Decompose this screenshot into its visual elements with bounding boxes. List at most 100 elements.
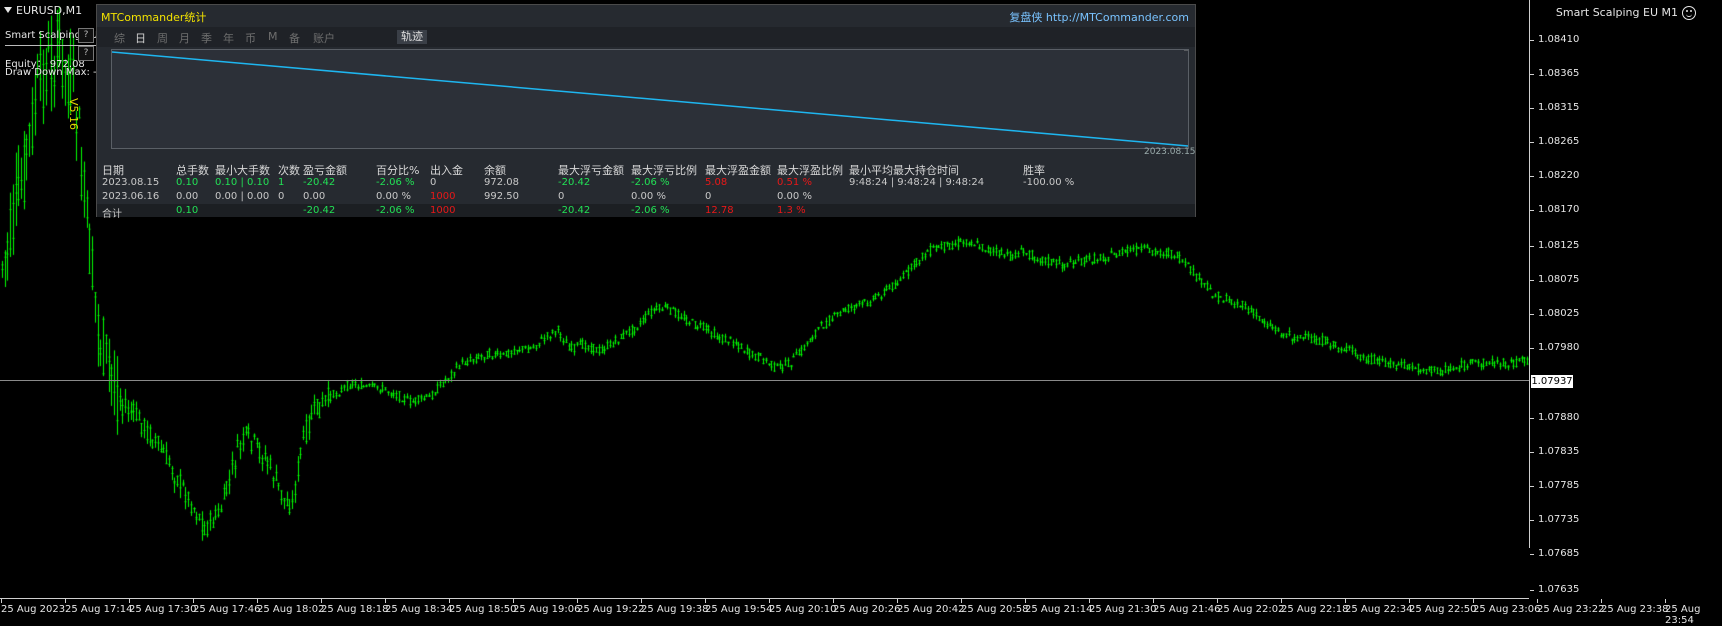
table-header: 盈亏金额: [303, 164, 347, 177]
time-tick: [1153, 599, 1154, 603]
table-cell: -20.42: [558, 177, 591, 188]
tab-track[interactable]: 轨迹: [397, 30, 427, 44]
table-cell: 0.00 %: [777, 191, 812, 202]
table-cell: 0.00: [176, 191, 199, 202]
table-header: 总手数: [176, 164, 209, 177]
table-header: 最大浮亏比例: [631, 164, 697, 177]
time-tick: [1281, 599, 1282, 603]
table-cell: 0.10: [176, 177, 199, 188]
mtcommander-link[interactable]: 复盘侠 http://MTCommander.com: [1009, 9, 1189, 25]
table-cell: -100.00 %: [1023, 177, 1075, 188]
time-label: 25 Aug 22:50: [1409, 604, 1477, 615]
equity-curve-area: [111, 49, 1189, 149]
tab-year[interactable]: 年: [223, 30, 234, 46]
table-header: 最小大手数: [215, 164, 270, 177]
time-tick: [1409, 599, 1410, 603]
time-label: 25 Aug 17:14: [65, 604, 133, 615]
equity-curve-svg: [112, 50, 1188, 147]
price-tick: [1530, 210, 1534, 211]
price-tick: [1530, 314, 1534, 315]
time-label: 25 Aug 20:10: [769, 604, 837, 615]
time-tick: [577, 599, 578, 603]
time-label: 25 Aug 21:46: [1153, 604, 1221, 615]
time-tick: [833, 599, 834, 603]
version-label: V5.16: [67, 98, 80, 131]
time-label: 25 Aug 19:54: [705, 604, 773, 615]
table-cell: 0: [278, 191, 285, 202]
table-cell: 0.00 | 0.00: [215, 191, 270, 202]
time-tick: [1345, 599, 1346, 603]
price-tick: [1530, 348, 1534, 349]
time-tick: [769, 599, 770, 603]
stats-tabs: 综 日 周 月 季 年 币 M 备 账户: [97, 27, 1195, 47]
price-tick: [1530, 142, 1534, 143]
price-label: 1.08265: [1538, 136, 1580, 147]
price-label: 1.07785: [1538, 480, 1580, 491]
time-tick: [1665, 599, 1666, 603]
price-tick: [1530, 176, 1534, 177]
tab-month[interactable]: 月: [179, 30, 190, 46]
tab-day[interactable]: 日: [135, 30, 146, 46]
price-label: 1.08075: [1538, 274, 1580, 285]
help-button-2[interactable]: ?: [78, 46, 94, 61]
dropdown-icon: [4, 7, 12, 13]
table-cell: 0.51 %: [777, 177, 812, 188]
table-cell: 0.00: [303, 191, 326, 202]
table-cell: 2023.08.15: [102, 177, 160, 188]
symbol-label: EURUSD,M1: [16, 4, 83, 17]
time-label: 25 Aug 23:38: [1601, 604, 1669, 615]
time-label: 25 Aug 20:58: [961, 604, 1029, 615]
table-cell: 0.00 %: [376, 191, 411, 202]
summary-cell: 0.10: [176, 205, 199, 216]
tab-note[interactable]: 备: [289, 30, 300, 46]
tab-week[interactable]: 周: [157, 30, 168, 46]
time-label: 25 Aug 17:46: [193, 604, 261, 615]
mtcommander-stats-panel: MTCommander统计 复盘侠 http://MTCommander.com…: [96, 4, 1196, 220]
price-label: 1.07880: [1538, 412, 1580, 423]
price-tick: [1530, 280, 1534, 281]
ea-name-right: Smart Scalping EU M1: [1555, 6, 1678, 19]
tab-currency[interactable]: 币: [245, 30, 256, 46]
price-label: 1.08125: [1538, 240, 1580, 251]
time-label: 25 Aug 21:30: [1089, 604, 1157, 615]
table-cell: 0.10 | 0.10: [215, 177, 270, 188]
price-label: 1.08220: [1538, 170, 1580, 181]
time-tick: [1473, 599, 1474, 603]
time-label: 25 Aug 18:02: [257, 604, 325, 615]
time-label: 25 Aug 21:14: [1025, 604, 1093, 615]
time-tick: [65, 599, 66, 603]
price-label: 1.08025: [1538, 308, 1580, 319]
time-axis: [0, 598, 1529, 599]
time-tick: [513, 599, 514, 603]
tab-quarter[interactable]: 季: [201, 30, 212, 46]
summary-cell: -2.06 %: [631, 205, 670, 216]
tab-account[interactable]: 账户: [313, 30, 335, 46]
price-label: 1.07835: [1538, 446, 1580, 457]
table-cell: 0: [558, 191, 565, 202]
time-tick: [1025, 599, 1026, 603]
time-label: 25 Aug 19:38: [641, 604, 709, 615]
time-label: 25 Aug 23:22: [1537, 604, 1605, 615]
table-cell: 972.08: [484, 177, 519, 188]
time-label: 25 Aug 2023: [1, 604, 66, 615]
symbol-menu[interactable]: EURUSD,M1: [4, 4, 82, 17]
price-tick: [1530, 418, 1534, 419]
smiley-icon[interactable]: [1682, 6, 1696, 20]
help-button-1[interactable]: ?: [78, 28, 94, 43]
time-label: 25 Aug 19:06: [513, 604, 581, 615]
time-label: 25 Aug 18:34: [385, 604, 453, 615]
time-label: 25 Aug 20:26: [833, 604, 901, 615]
summary-cell: 1000: [430, 205, 456, 216]
table-header: 出入金: [430, 164, 463, 177]
table-header: 胜率: [1023, 164, 1045, 177]
time-tick: [705, 599, 706, 603]
price-label: 1.07980: [1538, 342, 1580, 353]
time-label: 25 Aug 22:02: [1217, 604, 1285, 615]
table-cell: 992.50: [484, 191, 519, 202]
price-label: 1.07735: [1538, 514, 1580, 525]
table-header: 次数: [278, 164, 300, 177]
tab-m[interactable]: M: [268, 30, 278, 43]
tab-overview[interactable]: 综: [114, 30, 125, 46]
time-label: 25 Aug 22:34: [1345, 604, 1413, 615]
table-header: 百分比%: [376, 164, 420, 177]
